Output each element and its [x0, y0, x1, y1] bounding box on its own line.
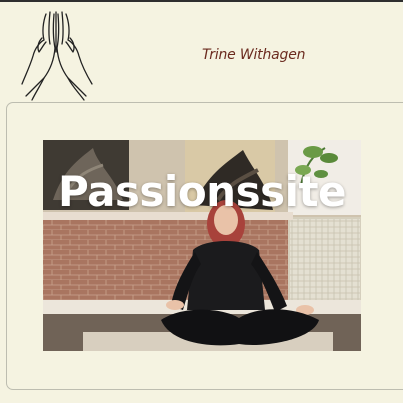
- hero-title: Passionssite: [57, 167, 347, 216]
- woman-meditating-photo: Passionssite: [43, 140, 361, 351]
- site-name[interactable]: Trine Withagen: [202, 47, 305, 63]
- praying-hands-icon[interactable]: [20, 8, 98, 102]
- top-border: [0, 0, 403, 2]
